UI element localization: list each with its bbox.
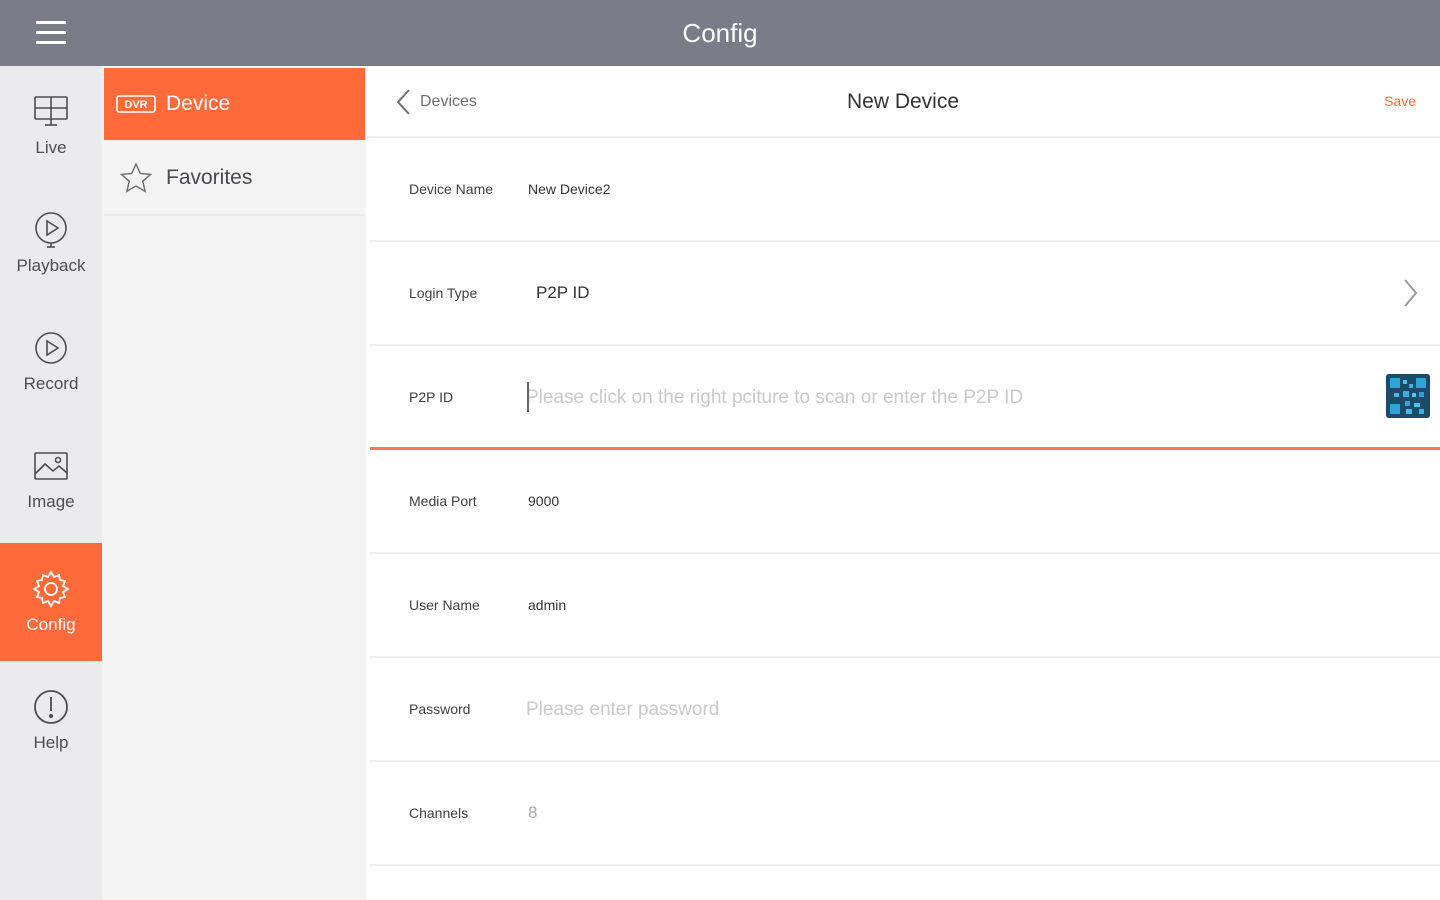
submenu-label-favorites: Favorites <box>166 166 253 189</box>
record-icon <box>35 332 67 364</box>
chevron-left-icon <box>396 89 410 115</box>
user-name-label: User Name <box>409 597 480 613</box>
nav-label-image: Image <box>27 492 75 511</box>
device-name-field[interactable]: New Device2 <box>528 138 610 240</box>
submenu-label-device: Device <box>166 92 231 115</box>
nav-item-config[interactable]: Config <box>0 543 102 661</box>
channels-row: Channels 8 <box>370 762 1440 866</box>
nav-label-playback: Playback <box>16 256 86 275</box>
main-header: Devices New Device Save <box>366 66 1440 138</box>
media-port-row: Media Port 9000 <box>370 450 1440 554</box>
channels-label: Channels <box>409 805 469 821</box>
password-row: Password <box>370 658 1440 762</box>
chevron-right-icon[interactable] <box>1400 276 1420 310</box>
login-type-row[interactable]: Login Type P2P ID <box>370 242 1440 346</box>
help-icon <box>34 690 68 724</box>
nav-item-playback[interactable]: Playback <box>0 184 102 302</box>
dvr-icon: DVR <box>116 91 156 117</box>
channels-field[interactable]: 8 <box>528 762 537 864</box>
user-name-field[interactable]: admin <box>528 554 566 656</box>
nav-item-live[interactable]: Live <box>0 66 102 184</box>
password-input[interactable] <box>526 692 1346 728</box>
nav-label-record: Record <box>23 374 79 393</box>
star-icon <box>116 162 156 193</box>
sub-menu: DVR Device Favorites <box>102 66 366 900</box>
back-button[interactable]: Devices <box>394 86 477 118</box>
left-nav: Live Playback Record Image Config Help <box>0 66 102 900</box>
nav-item-record[interactable]: Record <box>0 302 102 420</box>
text-caret <box>527 382 529 412</box>
submenu-item-favorites[interactable]: Favorites <box>104 142 365 214</box>
monitor-icon <box>34 96 68 126</box>
dvr-icon-text: DVR <box>124 99 147 111</box>
main-panel: Devices New Device Save Device Name New … <box>366 66 1440 900</box>
save-button[interactable]: Save <box>1384 93 1416 109</box>
password-label: Password <box>409 701 471 717</box>
nav-label-help: Help <box>33 733 69 752</box>
nav-item-help[interactable]: Help <box>0 661 102 779</box>
nav-label-config: Config <box>26 615 76 634</box>
gear-icon <box>32 570 70 608</box>
login-type-value: P2P ID <box>536 283 590 302</box>
p2p-id-label: P2P ID <box>409 388 454 405</box>
media-port-field[interactable]: 9000 <box>528 450 559 552</box>
page-title: New Device <box>846 90 960 113</box>
top-bar: Config <box>0 0 1440 66</box>
submenu-divider <box>104 214 365 216</box>
nav-item-image[interactable]: Image <box>0 420 102 538</box>
device-name-row: Device Name New Device2 <box>370 138 1440 242</box>
device-name-label: Device Name <box>409 181 494 197</box>
user-name-row: User Name admin <box>370 554 1440 658</box>
p2p-id-row: P2P ID <box>370 346 1440 450</box>
nav-label-live: Live <box>35 138 67 157</box>
submenu-item-device[interactable]: DVR Device <box>104 68 365 140</box>
app-title: Config <box>682 18 758 48</box>
back-label: Devices <box>420 93 477 110</box>
qr-scan-icon[interactable] <box>1386 374 1430 418</box>
media-port-label: Media Port <box>409 493 477 509</box>
image-icon <box>34 452 68 480</box>
playback-icon <box>35 212 67 248</box>
p2p-id-input[interactable] <box>526 380 1346 416</box>
login-type-label: Login Type <box>409 285 478 301</box>
